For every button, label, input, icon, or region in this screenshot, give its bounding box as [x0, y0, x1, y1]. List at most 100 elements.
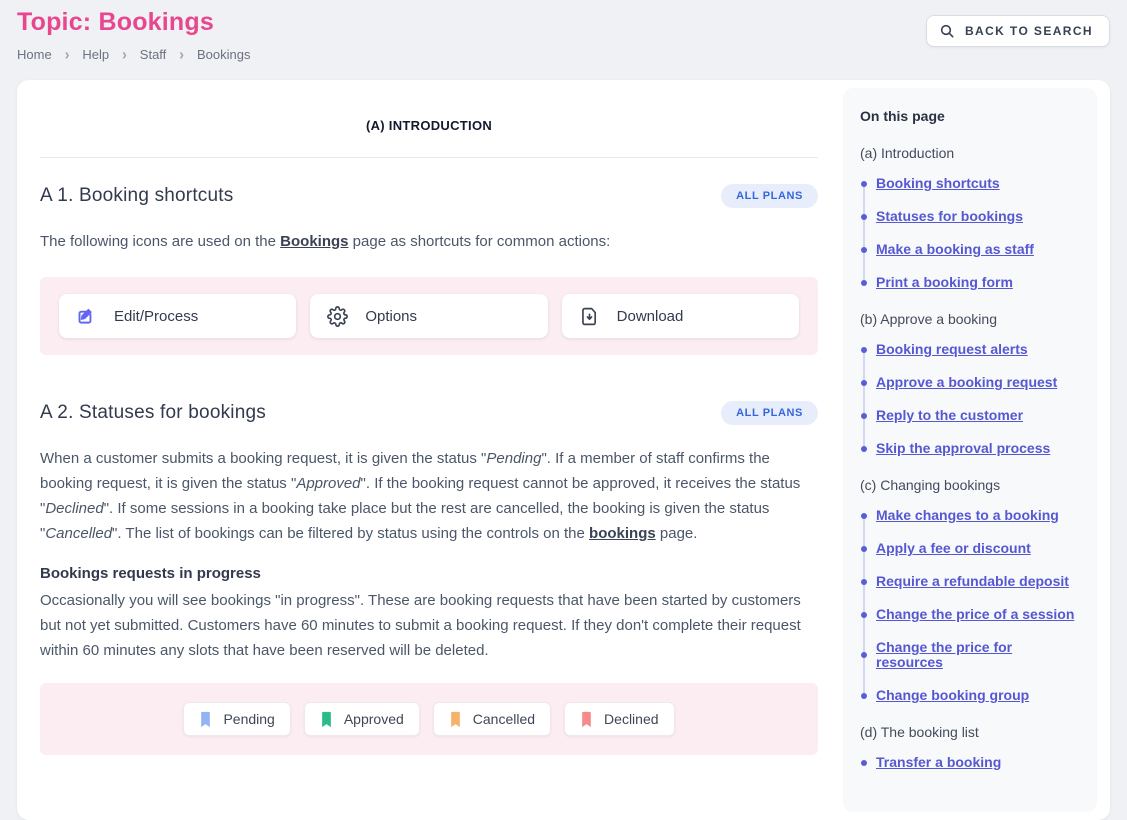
- toc-link-print-a-booking-form[interactable]: Print a booking form: [876, 275, 1013, 290]
- section-a1-intro: The following icons are used on the Book…: [40, 229, 818, 254]
- paragraph-text: ". The list of bookings can be filtered …: [112, 525, 589, 542]
- toc-link-change-the-price-of-a-session[interactable]: Change the price of a session: [876, 607, 1074, 622]
- bullet-dot: [861, 280, 867, 286]
- toc-item: Reply to the customer: [861, 408, 1081, 423]
- article-content: (A) INTRODUCTION A 1. Booking shortcuts …: [40, 80, 818, 755]
- status-chip-declined: Declined: [564, 702, 674, 736]
- toc-group-b-list: Booking request alerts Approve a booking…: [861, 342, 1081, 456]
- toc-item: Transfer a booking: [861, 755, 1081, 770]
- bullet-dot: [861, 652, 867, 658]
- bullet-dot: [861, 181, 867, 187]
- bullet-dot: [861, 413, 867, 419]
- toc-item: Booking shortcuts: [861, 176, 1081, 191]
- search-icon: [939, 23, 955, 39]
- shortcut-options: Options: [310, 294, 547, 338]
- status-chip-cancelled: Cancelled: [433, 702, 551, 736]
- status-chip-label: Cancelled: [473, 711, 535, 727]
- in-progress-paragraph: Occasionally you will see bookings "in p…: [40, 588, 818, 663]
- section-a2-header: A 2. Statuses for bookings ALL PLANS: [40, 401, 818, 425]
- bullet-dot: [861, 446, 867, 452]
- status-cancelled-text: Cancelled: [45, 525, 112, 542]
- in-progress-subheading: Bookings requests in progress: [40, 565, 818, 582]
- bookings-page-link[interactable]: bookings: [589, 525, 656, 542]
- bullet-dot: [861, 579, 867, 585]
- toc-group-b-label: (b) Approve a booking: [860, 311, 1081, 327]
- all-plans-badge: ALL PLANS: [721, 184, 818, 208]
- bullet-dot: [861, 347, 867, 353]
- page-title: Topic: Bookings: [17, 8, 214, 37]
- status-chip-label: Approved: [344, 711, 404, 727]
- back-to-search-label: BACK TO SEARCH: [965, 24, 1093, 38]
- toc-group-d-list: Transfer a booking: [861, 755, 1081, 770]
- edit-icon: [76, 306, 97, 327]
- statuses-callout: Pending Approved Cancelled: [40, 683, 818, 755]
- toc-link-apply-a-fee-or-discount[interactable]: Apply a fee or discount: [876, 541, 1031, 556]
- status-chip-label: Declined: [604, 711, 658, 727]
- toc-item: Make a booking as staff: [861, 242, 1081, 257]
- intro-text: The following icons are used on the: [40, 233, 280, 250]
- toc-link-require-a-refundable-deposit[interactable]: Require a refundable deposit: [876, 574, 1069, 589]
- paragraph-text: When a customer submits a booking reques…: [40, 450, 486, 467]
- intro-text: page as shortcuts for common actions:: [349, 233, 611, 250]
- breadcrumb-help[interactable]: Help: [82, 47, 109, 62]
- bullet-dot: [861, 247, 867, 253]
- bookmark-icon: [199, 711, 212, 728]
- toc-item: Make changes to a booking: [861, 508, 1081, 523]
- gear-icon: [327, 306, 348, 327]
- toc-item: Change the price for resources: [861, 640, 1081, 670]
- breadcrumb: Home › Help › Staff › Bookings: [17, 46, 250, 62]
- bullet-dot: [861, 546, 867, 552]
- status-chip-row: Pending Approved Cancelled: [59, 702, 799, 736]
- toc-link-statuses-for-bookings[interactable]: Statuses for bookings: [876, 209, 1023, 224]
- shortcuts-callout: Edit/Process Options: [40, 277, 818, 355]
- toc-link-skip-the-approval-process[interactable]: Skip the approval process: [876, 441, 1050, 456]
- main-content-card: (A) INTRODUCTION A 1. Booking shortcuts …: [17, 80, 1110, 820]
- bookmark-icon: [449, 711, 462, 728]
- toc-item: Skip the approval process: [861, 441, 1081, 456]
- toc-link-transfer-a-booking[interactable]: Transfer a booking: [876, 755, 1001, 770]
- chevron-right-icon: ›: [65, 45, 70, 63]
- toc-link-reply-to-the-customer[interactable]: Reply to the customer: [876, 408, 1023, 423]
- section-a1-header: A 1. Booking shortcuts ALL PLANS: [40, 184, 818, 208]
- bookmark-icon: [320, 711, 333, 728]
- toc-link-change-the-price-for-resources[interactable]: Change the price for resources: [876, 640, 1081, 670]
- toc-group-d-label: (d) The booking list: [860, 724, 1081, 740]
- toc-item: Statuses for bookings: [861, 209, 1081, 224]
- statuses-paragraph: When a customer submits a booking reques…: [40, 446, 818, 546]
- toc-item: Require a refundable deposit: [861, 574, 1081, 589]
- toc-item: Booking request alerts: [861, 342, 1081, 357]
- toc-link-booking-request-alerts[interactable]: Booking request alerts: [876, 342, 1028, 357]
- toc-link-make-changes-to-a-booking[interactable]: Make changes to a booking: [876, 508, 1059, 523]
- bullet-dot: [861, 513, 867, 519]
- toc-link-change-booking-group[interactable]: Change booking group: [876, 688, 1029, 703]
- shortcut-row: Edit/Process Options: [59, 294, 799, 338]
- breadcrumb-home[interactable]: Home: [17, 47, 52, 62]
- toc-item: Approve a booking request: [861, 375, 1081, 390]
- status-chip-pending: Pending: [183, 702, 290, 736]
- back-to-search-button[interactable]: BACK TO SEARCH: [926, 15, 1110, 47]
- status-declined-text: Declined: [45, 500, 103, 517]
- toc-link-approve-a-booking-request[interactable]: Approve a booking request: [876, 375, 1057, 390]
- shortcut-label: Download: [617, 308, 684, 325]
- breadcrumb-staff[interactable]: Staff: [140, 47, 167, 62]
- bullet-dot: [861, 612, 867, 618]
- section-a1-title: A 1. Booking shortcuts: [40, 185, 233, 207]
- status-chip-label: Pending: [223, 711, 274, 727]
- toc-link-make-a-booking-as-staff[interactable]: Make a booking as staff: [876, 242, 1034, 257]
- bullet-dot: [861, 760, 867, 766]
- toc-item: Print a booking form: [861, 275, 1081, 290]
- status-chip-approved: Approved: [304, 702, 420, 736]
- bookings-page-link[interactable]: Bookings: [280, 233, 348, 250]
- shortcut-download: Download: [562, 294, 799, 338]
- toc-link-booking-shortcuts[interactable]: Booking shortcuts: [876, 176, 1000, 191]
- all-plans-badge: ALL PLANS: [721, 401, 818, 425]
- toc-group-a-list: Booking shortcuts Statuses for bookings …: [861, 176, 1081, 290]
- toc-item: Change the price of a session: [861, 607, 1081, 622]
- toc-group-c-list: Make changes to a booking Apply a fee or…: [861, 508, 1081, 703]
- download-icon: [579, 306, 600, 327]
- on-this-page-sidebar: On this page (a) Introduction Booking sh…: [843, 88, 1097, 812]
- toc-item: Apply a fee or discount: [861, 541, 1081, 556]
- status-approved-text: Approved: [296, 475, 360, 492]
- toc-group-c-label: (c) Changing bookings: [860, 477, 1081, 493]
- shortcut-label: Edit/Process: [114, 308, 198, 325]
